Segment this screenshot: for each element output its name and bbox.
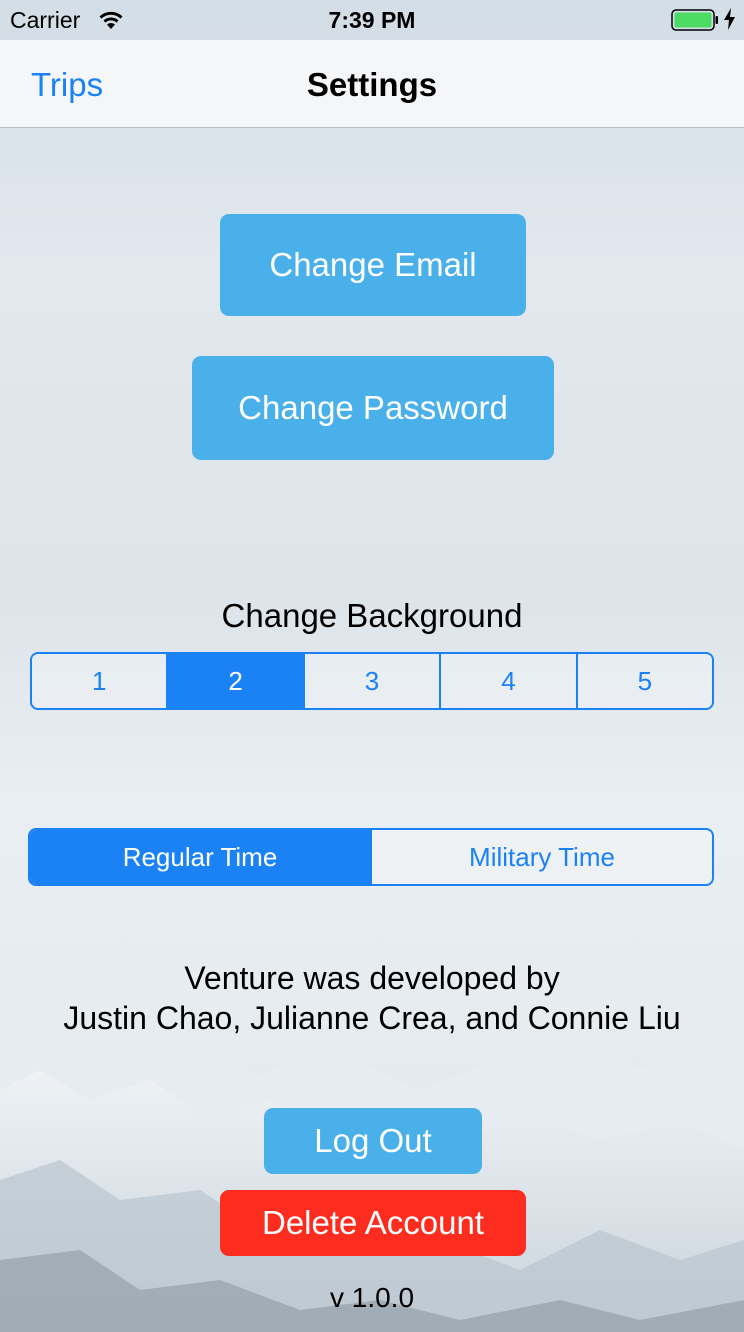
credits-line-2: Justin Chao, Julianne Crea, and Connie L… — [63, 1000, 681, 1036]
delete-account-button[interactable]: Delete Account — [220, 1190, 526, 1256]
credits-text: Venture was developed by Justin Chao, Ju… — [0, 958, 744, 1038]
change-email-button[interactable]: Change Email — [220, 214, 526, 316]
clock: 7:39 PM — [328, 7, 416, 33]
time-format-segmented-control: Regular Time Military Time — [28, 828, 714, 886]
background-option-5[interactable]: 5 — [577, 654, 712, 708]
log-out-button[interactable]: Log Out — [264, 1108, 482, 1174]
navigation-bar: Trips Settings — [0, 40, 744, 128]
page-title: Settings — [306, 66, 438, 103]
credits-line-1: Venture was developed by — [184, 960, 560, 996]
change-password-button[interactable]: Change Password — [192, 356, 554, 460]
status-bar: Carrier 7:39 PM — [0, 0, 744, 40]
charging-bolt-icon — [724, 8, 736, 37]
background-option-3[interactable]: 3 — [304, 654, 442, 708]
background-option-1[interactable]: 1 — [32, 654, 169, 708]
version-label: v 1.0.0 — [329, 1282, 415, 1313]
battery-icon — [671, 9, 719, 38]
military-time-option[interactable]: Military Time — [372, 830, 712, 884]
background-option-4[interactable]: 4 — [441, 654, 578, 708]
change-background-label: Change Background — [221, 597, 523, 634]
background-segmented-control: 1 2 3 4 5 — [30, 652, 714, 710]
regular-time-option[interactable]: Regular Time — [30, 830, 372, 884]
background-option-2[interactable]: 2 — [168, 654, 305, 708]
